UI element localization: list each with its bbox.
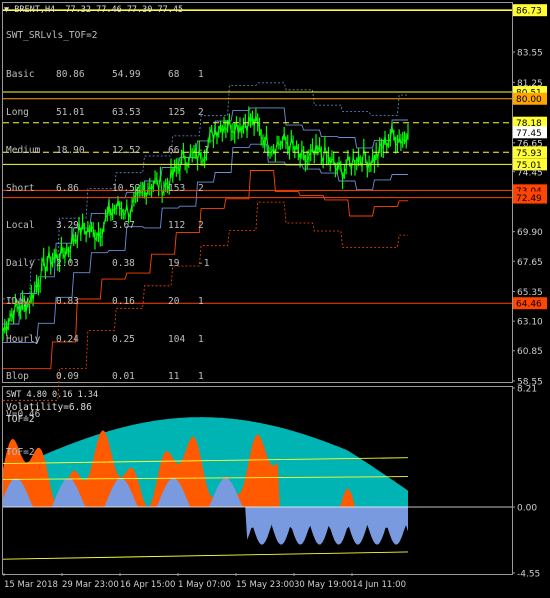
price-level-label: 75.93	[516, 149, 542, 159]
table-row: IDay 0.83 0.16 20 1	[6, 295, 204, 307]
symbol-header: ▼ BRENT,H4 77.32 77.46 77.30 77.45	[4, 5, 184, 15]
trading-chart[interactable]: 86.7380.5180.0078.1877.4575.9375.0173.04…	[0, 0, 550, 594]
table-row: Basic 80.86 54.99 68 1	[6, 69, 204, 81]
price-level-label: 77.45	[516, 129, 542, 139]
y-tick-label: 69.90	[517, 228, 543, 238]
table-row: Medium 18.90 12.52 66 -1	[6, 144, 210, 156]
table-row: Hourly 0.24 0.25 104 1	[6, 333, 204, 345]
price-level-label: 64.46	[516, 300, 542, 310]
y-tick-label: 60.85	[517, 347, 543, 357]
price-level-label: 72.49	[516, 194, 542, 204]
x-tick-label: 1 May 07:00	[178, 580, 231, 590]
price-level-label: 80.00	[516, 95, 542, 105]
osc-volatility: Volatility=6.86	[6, 402, 92, 413]
x-tick-label: 30 May 19:00	[294, 580, 352, 590]
indicator-name: SWT_SRLvls_TOF=2	[6, 30, 98, 41]
x-tick-label: 15 May 23:00	[236, 580, 294, 590]
y-tick-label: 76.65	[517, 139, 543, 149]
y-tick-label: 81.25	[517, 79, 543, 89]
x-tick-label: 16 Apr 15:00	[120, 580, 175, 590]
tof-value: TOF=2	[6, 447, 35, 458]
y-tick-label: 67.65	[517, 258, 543, 268]
osc-tof: TOF=2	[6, 414, 35, 425]
y-tick-label: 74.45	[517, 168, 543, 178]
y-tick-label: 63.10	[517, 318, 543, 328]
x-tick-label: 15 Mar 2018	[4, 580, 58, 590]
osc-y-tick-label: 8.21	[517, 385, 537, 395]
y-tick-label: 83.55	[517, 49, 543, 59]
osc-title: SWT 4.80 0.16 1.34	[6, 390, 99, 400]
levels-table: Basic 80.86 54.99 68 1 Long 51.01 63.53 125 2 Me…	[6, 44, 218, 485]
osc-y-tick-label: -4.55	[517, 570, 540, 580]
table-row: Blop 0.09 0.01 11 1	[6, 371, 204, 383]
osc-y-tick-label: 0.00	[517, 504, 537, 514]
y-tick-label: 65.35	[517, 288, 543, 298]
table-row: Local 3.29 3.67 112 2	[6, 220, 204, 232]
price-level-label: 86.73	[516, 7, 542, 17]
x-tick-label: 29 Mar 23:00	[62, 580, 119, 590]
table-row: Daily 2.03 0.38 19 -1	[6, 258, 210, 270]
table-row: Long 51.01 63.53 125 2	[6, 106, 204, 118]
x-tick-label: 14 Jun 11:00	[352, 580, 406, 590]
table-row: Short 6.86 10.52 153 2	[6, 182, 204, 194]
